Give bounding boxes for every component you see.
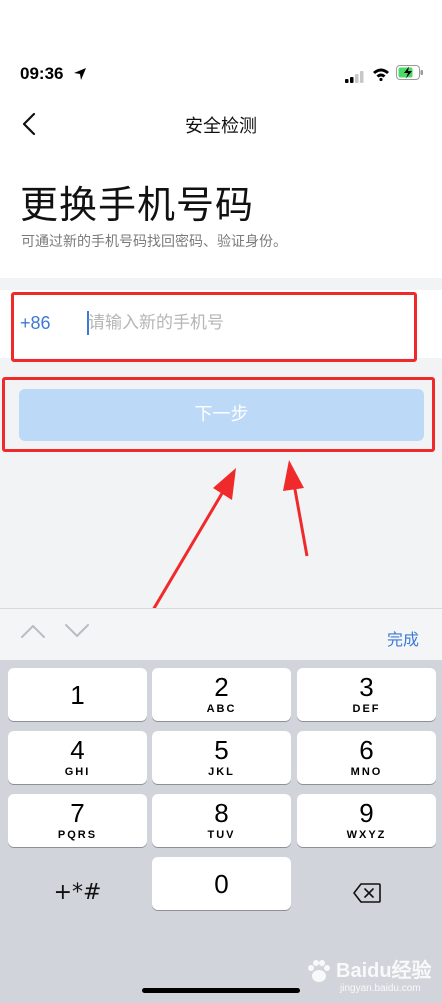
watermark-subtext: jingyan.baidu.com — [340, 983, 421, 994]
key-7[interactable]: 7 PQRS — [8, 794, 147, 847]
key-8[interactable]: 8 TUV — [152, 794, 291, 847]
wifi-icon — [372, 66, 390, 85]
input-highlight-box — [11, 292, 417, 362]
delete-key[interactable] — [297, 866, 436, 919]
backspace-icon — [352, 882, 381, 903]
status-time: 09:36 — [20, 64, 64, 83]
keyboard-toolbar: 完成 — [0, 608, 442, 660]
watermark-text: Baidu经验 — [336, 960, 432, 982]
paw-logo-icon — [304, 956, 334, 990]
key-4[interactable]: 4 GHI — [8, 731, 147, 784]
key-3[interactable]: 3 DEF — [297, 668, 436, 721]
button-highlight-box — [2, 377, 435, 452]
home-indicator[interactable] — [142, 988, 300, 993]
location-arrow-icon — [73, 66, 87, 85]
header-section: 更换手机号码 可通过新的手机号码找回密码、验证身份。 — [0, 148, 442, 278]
key-0[interactable]: 0 — [152, 857, 291, 910]
heading: 更换手机号码 — [20, 183, 255, 227]
done-button[interactable]: 完成 — [387, 626, 419, 650]
key-1[interactable]: 1 — [8, 668, 147, 721]
key-2[interactable]: 2 ABC — [152, 668, 291, 721]
chevron-down-icon[interactable] — [64, 623, 90, 643]
watermark: Baidu经验 jingyan.baidu.com — [300, 950, 438, 1000]
chevron-up-icon[interactable] — [20, 623, 46, 643]
page-title: 安全检测 — [185, 116, 257, 136]
key-symbols[interactable]: +*# — [8, 866, 147, 919]
status-bar: 09:36 — [0, 0, 442, 100]
battery-charging-icon — [396, 65, 424, 84]
signal-icon — [345, 68, 365, 87]
navigation-bar: 安全检测 — [0, 100, 442, 148]
annotation-arrow-right — [283, 460, 309, 557]
key-9[interactable]: 9 WXYZ — [297, 794, 436, 847]
key-5[interactable]: 5 JKL — [152, 731, 291, 784]
key-6[interactable]: 6 MNO — [297, 731, 436, 784]
subtitle: 可通过新的手机号码找回密码、验证身份。 — [21, 234, 287, 250]
